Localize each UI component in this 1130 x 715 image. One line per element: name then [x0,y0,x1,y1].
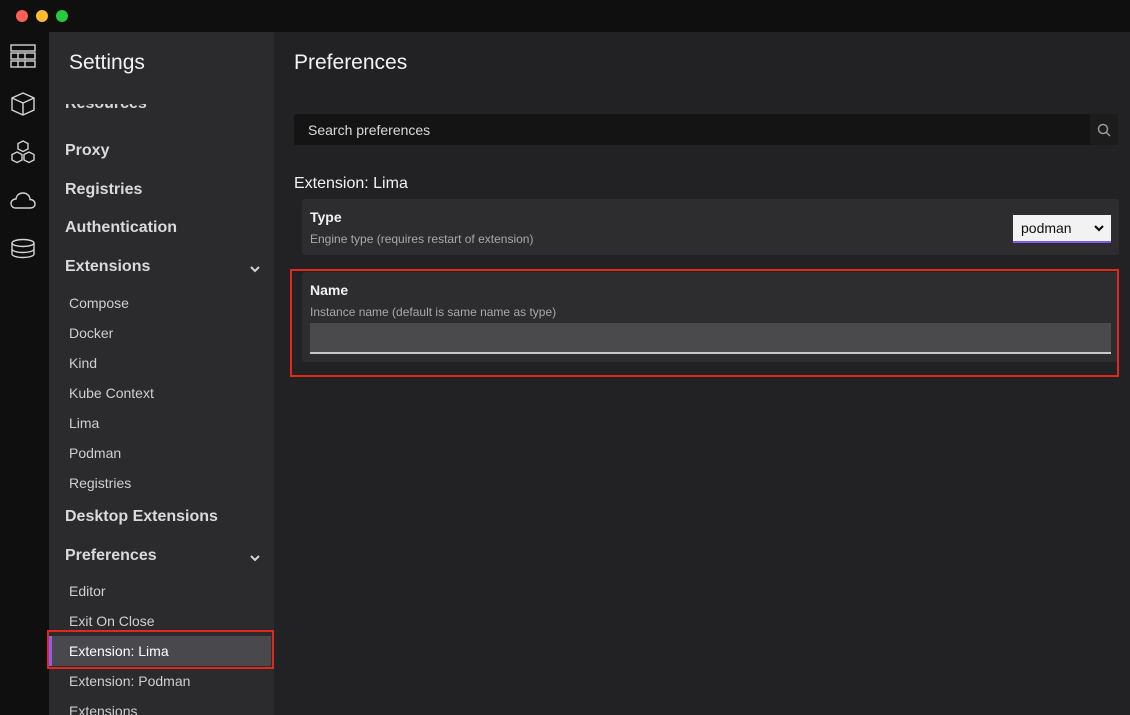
title-bar [0,0,1130,32]
close-window-button[interactable] [16,10,28,22]
volumes-icon[interactable] [9,235,37,263]
sidebar-item-label: Extension: Lima [69,643,169,659]
navigation-icon-bar [0,32,49,715]
sidebar-item-podman[interactable]: Podman [69,445,121,461]
sidebar-item-lima[interactable]: Lima [69,415,99,431]
type-setting-card: Type Engine type (requires restart of ex… [302,199,1119,255]
preferences-page: Preferences Extension: Lima Type Engine … [274,32,1130,715]
sidebar-item-resources[interactable]: Resources [65,104,147,114]
sidebar-item-editor[interactable]: Editor [69,583,106,599]
maximize-window-button[interactable] [56,10,68,22]
extensions-label: Extensions [65,258,151,275]
chevron-down-icon [248,262,262,276]
name-label: Name [310,282,349,298]
sidebar-item-exit-on-close[interactable]: Exit On Close [69,613,155,629]
cloud-icon[interactable] [9,187,37,215]
minimize-window-button[interactable] [36,10,48,22]
sidebar-item-extensions[interactable]: Extensions [65,258,268,276]
sidebar-item-desktop-extensions[interactable]: Desktop Extensions [65,508,218,526]
settings-title: Settings [69,51,145,74]
sidebar-item-authentication[interactable]: Authentication [65,219,177,237]
sidebar-item-extension-podman[interactable]: Extension: Podman [69,673,190,689]
section-title: Extension: Lima [294,175,408,192]
type-label: Type [310,209,342,225]
type-description: Engine type (requires restart of extensi… [310,232,534,246]
instance-name-input[interactable] [310,323,1111,354]
sidebar-item-registries[interactable]: Registries [65,181,142,199]
settings-sidebar: Settings Resources Proxy Registries Auth… [49,32,274,715]
search-input[interactable] [294,114,1084,145]
engine-type-value: podman [1021,220,1072,236]
active-indicator [49,636,52,666]
sidebar-item-kind[interactable]: Kind [69,355,97,371]
sidebar-item-compose[interactable]: Compose [69,295,129,311]
sidebar-item-extensions-pref[interactable]: Extensions [69,703,137,715]
name-setting-card: Name Instance name (default is same name… [302,272,1119,362]
page-title: Preferences [294,51,408,74]
pods-icon[interactable] [9,139,37,167]
sidebar-item-preferences[interactable]: Preferences [65,547,268,565]
sidebar-item-proxy[interactable]: Proxy [65,142,109,160]
containers-icon[interactable] [9,90,37,118]
dashboard-icon[interactable] [9,42,37,70]
engine-type-select[interactable]: podman [1013,215,1111,243]
sidebar-item-extension-lima[interactable]: Extension: Lima [49,636,271,666]
search-bar [294,114,1118,145]
search-icon[interactable] [1090,114,1118,145]
sidebar-item-docker[interactable]: Docker [69,325,113,341]
chevron-down-icon [248,551,262,565]
preferences-label: Preferences [65,547,157,564]
name-description: Instance name (default is same name as t… [310,305,557,319]
sidebar-item-extension-registries[interactable]: Registries [69,475,131,491]
sidebar-item-kube-context[interactable]: Kube Context [69,385,154,401]
chevron-down-icon [1094,225,1104,232]
